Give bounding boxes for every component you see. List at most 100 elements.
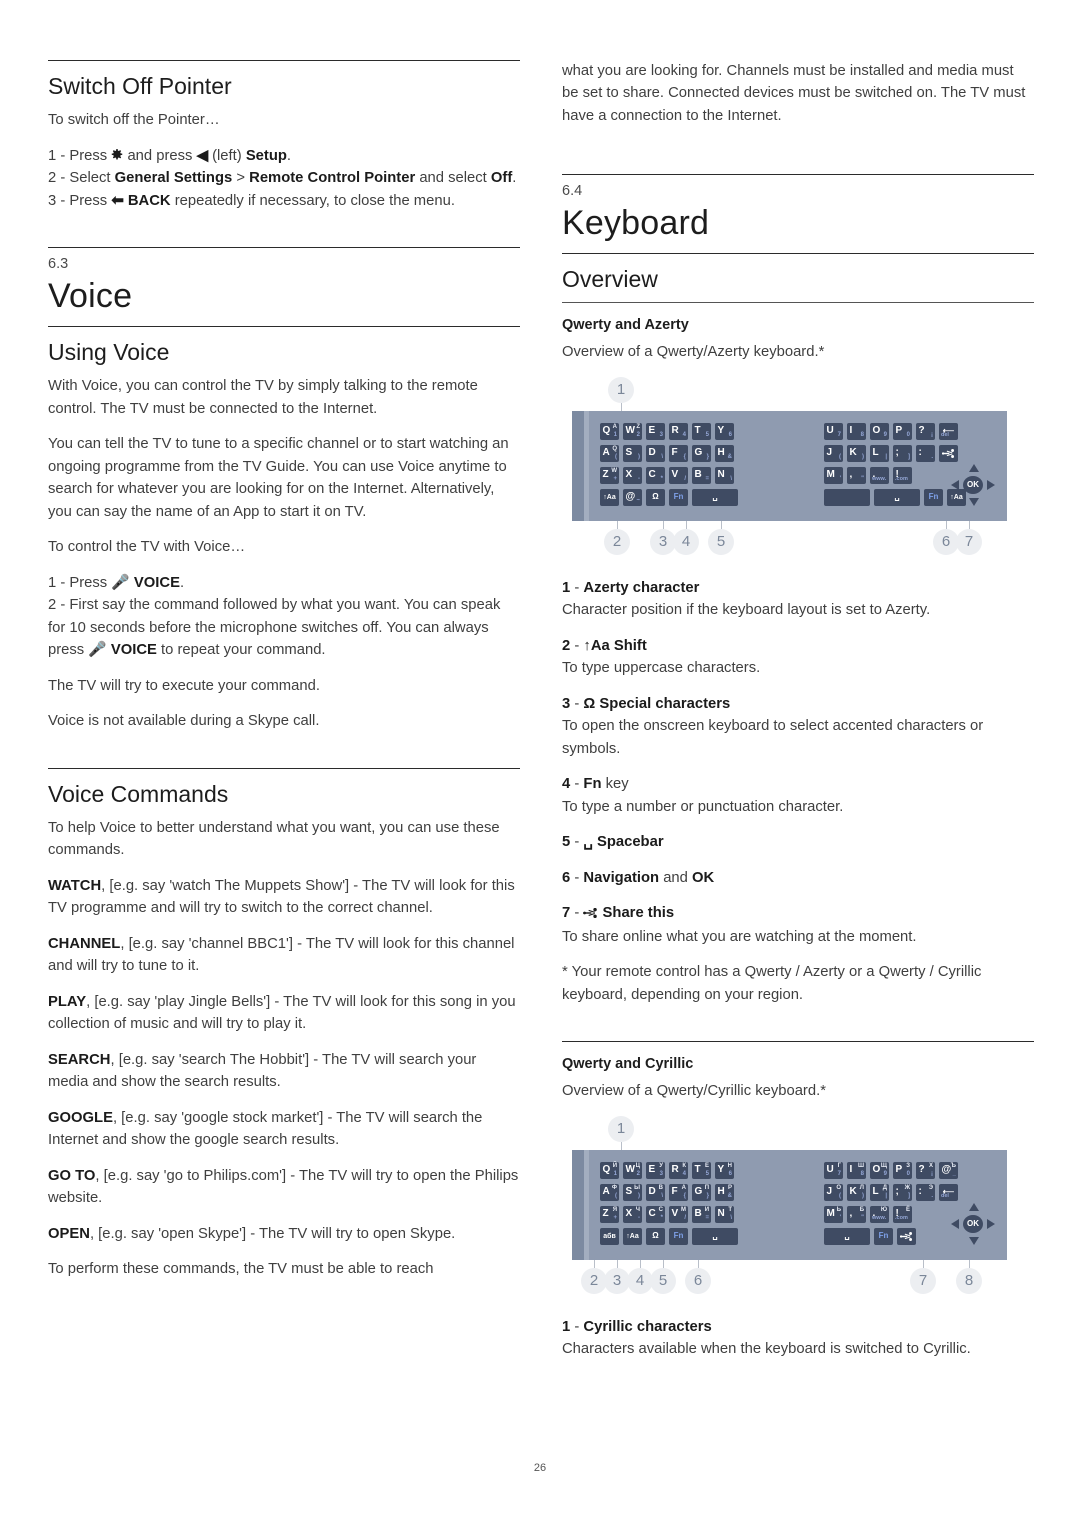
ok-button[interactable]: OK xyxy=(963,1214,983,1233)
keyboard-key[interactable]: V / xyxy=(669,466,688,484)
down-arrow-icon[interactable] xyxy=(969,1236,979,1245)
keyboard-key[interactable]: ␣ xyxy=(824,1227,870,1245)
keyboard-key[interactable]: N \ xyxy=(715,466,734,484)
keyboard-key[interactable]: C * xyxy=(646,466,665,484)
keyboard-key[interactable]: H Р & xyxy=(715,1183,734,1201)
keyboard-key[interactable]: , " xyxy=(847,466,866,484)
keyboard-key[interactable]: B И = xyxy=(692,1205,711,1223)
keyboard-key[interactable]: ; Ж] xyxy=(893,1183,912,1201)
callout-marker: 7 xyxy=(956,528,982,555)
ok-button[interactable]: OK xyxy=(963,475,983,494)
keyboard-key[interactable]: ? ¡ xyxy=(916,422,935,440)
keyboard-key[interactable]: S Ы) xyxy=(623,1183,642,1201)
keyboard-key[interactable]: V М / xyxy=(669,1205,688,1223)
keyboard-key[interactable]: Z W + xyxy=(600,466,619,484)
right-arrow-icon[interactable] xyxy=(987,1218,995,1229)
left-arrow-icon[interactable] xyxy=(951,1218,959,1229)
keyboard-key[interactable]: . www. xyxy=(870,466,889,484)
keyboard-key[interactable]: ↑Aa xyxy=(600,488,619,506)
keyboard-key[interactable]: K) xyxy=(847,444,866,462)
keyboard-key[interactable]: F А{ xyxy=(669,1183,688,1201)
keyboard-key[interactable]: M Ь ' xyxy=(824,1205,843,1223)
down-arrow-icon[interactable] xyxy=(969,497,979,506)
keyboard-key[interactable]: Fn xyxy=(874,1227,893,1245)
keyboard-key[interactable]: E3 xyxy=(646,422,665,440)
keyboard-key[interactable]: Ω xyxy=(646,488,665,506)
keyboard-key[interactable]: R4 xyxy=(669,422,688,440)
keyboard-key[interactable]: T5 xyxy=(692,422,711,440)
keyboard-key[interactable]: @ ~ xyxy=(623,488,642,506)
keyboard-key[interactable]: ;] xyxy=(893,444,912,462)
keyboard-key[interactable]: : Э. xyxy=(916,1183,935,1201)
keyboard-key[interactable]: I8 xyxy=(847,422,866,440)
keyboard-key[interactable]: B = xyxy=(692,466,711,484)
keyboard-key[interactable]: . Юwww. xyxy=(870,1205,889,1223)
key-primary-label: G xyxy=(694,446,703,458)
keyboard-key[interactable]: WЦ2 xyxy=(623,1161,642,1179)
keyboard-key[interactable]: Fn xyxy=(669,488,688,506)
keyboard-key[interactable]: UГ7 xyxy=(824,1161,843,1179)
keyboard-key[interactable] xyxy=(824,488,870,506)
share-key[interactable] xyxy=(897,1227,916,1245)
keyboard-key[interactable]: ? Х ¡ xyxy=(916,1161,935,1179)
keyboard-key[interactable]: L Д | xyxy=(870,1183,889,1201)
keyboard-key[interactable]: Ω xyxy=(646,1227,665,1245)
voice-command-item: SEARCH, [e.g. say 'search The Hobbit'] -… xyxy=(48,1049,520,1094)
keyboard-key[interactable]: :. xyxy=(916,444,935,462)
keyboard-key[interactable]: ␣ xyxy=(874,488,920,506)
keyboard-key[interactable]: M ' xyxy=(824,466,843,484)
keyboard-key[interactable]: G} xyxy=(692,444,711,462)
keyboard-key[interactable]: YН6 xyxy=(715,1161,734,1179)
navigation-pad[interactable]: OK xyxy=(950,463,996,507)
share-key[interactable] xyxy=(939,444,958,462)
keyboard-key[interactable]: J( xyxy=(824,444,843,462)
keyboard-key[interactable]: L | xyxy=(870,444,889,462)
up-arrow-icon[interactable] xyxy=(969,1202,979,1211)
keyboard-key[interactable]: WZ2 xyxy=(623,422,642,440)
keyboard-key[interactable]: ! Ё .com xyxy=(893,1205,912,1223)
keyboard-key[interactable]: O9 xyxy=(870,422,889,440)
keyboard-key[interactable]: Z Я + xyxy=(600,1205,619,1223)
keyboard-key[interactable]: , Б " xyxy=(847,1205,866,1223)
keyboard-key[interactable]: QЙ1 xyxy=(600,1161,619,1179)
keyboard-key[interactable]: Y6 xyxy=(715,422,734,440)
keyboard-key[interactable]: EУ3 xyxy=(646,1161,665,1179)
keyboard-key[interactable]: Fn xyxy=(669,1227,688,1245)
up-arrow-icon[interactable] xyxy=(969,463,979,472)
keyboard-key[interactable]: OЩ9 xyxy=(870,1161,889,1179)
keyboard-key[interactable]: P0 xyxy=(893,422,912,440)
keyboard-key[interactable]: TЕ5 xyxy=(692,1161,711,1179)
keyboard-key[interactable]: QA1 xyxy=(600,422,619,440)
keyboard-key[interactable]: ␣ xyxy=(692,488,738,506)
keyboard-key[interactable]: D В \ xyxy=(646,1183,665,1201)
keyboard-key[interactable]: ␣ xyxy=(692,1227,738,1245)
voice-steps: 1 - Press 🎤 VOICE. 2 - First say the com… xyxy=(48,572,520,662)
keyboard-key[interactable]: ↑Aa xyxy=(623,1227,642,1245)
keyboard-key[interactable]: RК4 xyxy=(669,1161,688,1179)
keyboard-key[interactable]: S) xyxy=(623,444,642,462)
keyboard-key[interactable]: ⟵ del xyxy=(939,1183,958,1201)
keyboard-key[interactable]: N Т \ xyxy=(715,1205,734,1223)
keyboard-key[interactable]: U7 xyxy=(824,422,843,440)
keyboard-key[interactable]: H & xyxy=(715,444,734,462)
keyboard-key[interactable]: K Л) xyxy=(847,1183,866,1201)
keyboard-key[interactable]: C С * xyxy=(646,1205,665,1223)
keyboard-key[interactable]: @ Ъ _ xyxy=(939,1161,958,1179)
keyboard-key[interactable]: J О( xyxy=(824,1183,843,1201)
keyboard-key[interactable]: G П} xyxy=(692,1183,711,1201)
navigation-pad[interactable]: OK xyxy=(950,1202,996,1246)
keyboard-key[interactable]: абв xyxy=(600,1227,619,1245)
keyboard-key[interactable]: X- xyxy=(623,466,642,484)
keyboard-key[interactable]: ! .com xyxy=(893,466,912,484)
keyboard-key[interactable]: D \ xyxy=(646,444,665,462)
keyboard-key[interactable]: ⟵ del xyxy=(939,422,958,440)
keyboard-key[interactable]: IШ8 xyxy=(847,1161,866,1179)
keyboard-key[interactable]: Fn xyxy=(924,488,943,506)
keyboard-key[interactable]: A Q( xyxy=(600,444,619,462)
keyboard-key[interactable]: A Ф( xyxy=(600,1183,619,1201)
keyboard-key[interactable]: PЗ0 xyxy=(893,1161,912,1179)
keyboard-key[interactable]: XЧ- xyxy=(623,1205,642,1223)
right-arrow-icon[interactable] xyxy=(987,479,995,490)
left-arrow-icon[interactable] xyxy=(951,479,959,490)
keyboard-key[interactable]: F{ xyxy=(669,444,688,462)
